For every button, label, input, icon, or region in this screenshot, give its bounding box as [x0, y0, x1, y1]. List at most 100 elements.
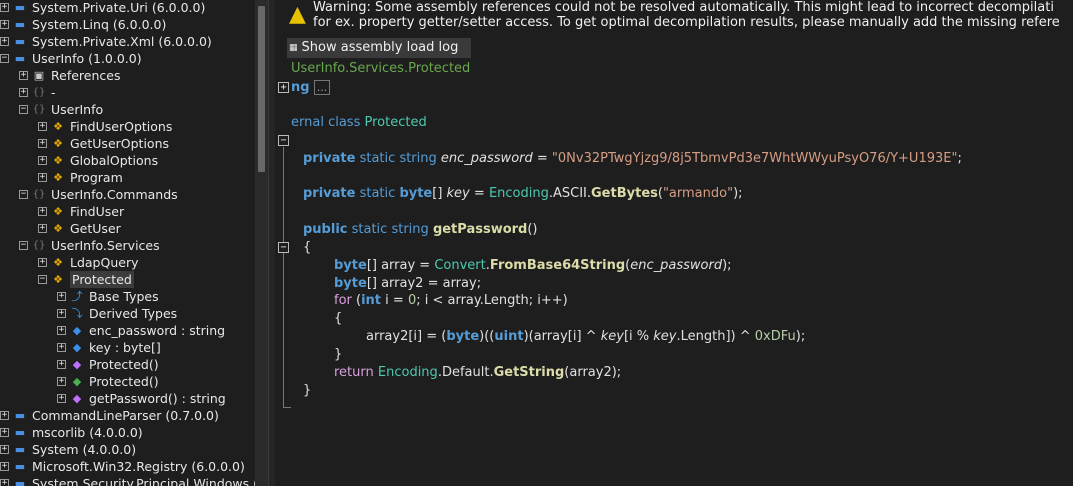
- tree-item-label: UserInfo: [51, 102, 104, 117]
- tree-item[interactable]: + ⤴ Base Types: [57, 288, 159, 305]
- collapse-toggle[interactable]: −: [19, 190, 28, 199]
- expand-toggle[interactable]: +: [19, 88, 28, 97]
- fold-expand-button[interactable]: +: [278, 82, 289, 93]
- namespace-icon: {}: [32, 86, 46, 98]
- collapse-toggle[interactable]: −: [19, 105, 28, 114]
- collapsed-region[interactable]: ...: [313, 80, 331, 95]
- expand-toggle[interactable]: +: [38, 224, 47, 233]
- class-icon: ❖: [53, 255, 63, 269]
- tree-item[interactable]: + ❖ GetUserOptions: [38, 135, 169, 152]
- tree-item-label: Protected(): [89, 374, 159, 389]
- class-icon: ❖: [53, 204, 63, 218]
- expand-toggle[interactable]: +: [57, 343, 66, 352]
- expand-toggle[interactable]: +: [38, 207, 47, 216]
- tree-item[interactable]: + ◆ getPassword() : string: [57, 390, 226, 407]
- expand-toggle[interactable]: +: [38, 173, 47, 182]
- expand-toggle[interactable]: +: [0, 445, 9, 454]
- collapse-toggle[interactable]: −: [38, 275, 47, 284]
- tree-scrollbar[interactable]: [255, 0, 268, 486]
- expand-toggle[interactable]: +: [57, 292, 66, 301]
- assembly-tree[interactable]: + ▬ System.Private.Uri (6.0.0.0) + ▬ System.L…: [0, 0, 255, 486]
- tree-item[interactable]: + ◆ key : byte[]: [57, 339, 161, 356]
- decompiled-code-view[interactable]: ▲ Warning: Some assembly references coul…: [275, 0, 1073, 486]
- tree-item[interactable]: −{} UserInfo.Services: [19, 237, 160, 254]
- tree-item[interactable]: + ▬ System.Linq (6.0.0.0): [0, 16, 166, 33]
- assembly-icon: ▬: [14, 476, 26, 486]
- field-enc-password: private static string enc_password = "0N…: [303, 151, 962, 166]
- tree-item[interactable]: + ▬ System.Security.Principal.Windows (: [0, 475, 255, 486]
- tree-item[interactable]: + ▬ System.Private.Uri (6.0.0.0): [0, 0, 205, 16]
- fold-collapse-class-button[interactable]: −: [278, 135, 289, 146]
- tree-item[interactable]: + ❖ Program: [38, 169, 123, 186]
- tree-item[interactable]: + ❖ GetUser: [38, 220, 121, 237]
- for-close-brace: }: [334, 347, 343, 362]
- warning-banner: ▲ Warning: Some assembly references coul…: [275, 0, 1073, 34]
- tree-item[interactable]: − ❖ Protected: [38, 271, 134, 288]
- collapse-toggle[interactable]: −: [0, 54, 9, 63]
- expand-toggle[interactable]: +: [0, 20, 9, 29]
- expand-toggle[interactable]: +: [57, 394, 66, 403]
- tree-item-label: System.Private.Xml (6.0.0.0): [32, 34, 212, 49]
- tree-item[interactable]: + ▣ References: [19, 67, 120, 84]
- base-types-icon: ⤴: [71, 289, 83, 303]
- tree-item[interactable]: + ⤵ Derived Types: [57, 305, 177, 322]
- tree-item[interactable]: + ❖ FindUserOptions: [38, 118, 172, 135]
- tree-item[interactable]: + ❖ LdapQuery: [38, 254, 138, 271]
- tree-item[interactable]: + ▬ mscorlib (4.0.0.0): [0, 424, 143, 441]
- namespace-icon: {}: [32, 239, 46, 251]
- tree-item[interactable]: − ▬ UserInfo (1.0.0.0): [0, 50, 142, 67]
- expand-toggle[interactable]: +: [0, 479, 9, 486]
- expand-toggle[interactable]: +: [38, 122, 47, 131]
- tree-item[interactable]: + ▬ System (4.0.0.0): [0, 441, 136, 458]
- expand-toggle[interactable]: +: [0, 37, 9, 46]
- tree-item-label: key : byte[]: [89, 340, 161, 355]
- tree-item[interactable]: + ◆ enc_password : string: [57, 322, 225, 339]
- expand-toggle[interactable]: +: [38, 258, 47, 267]
- tree-item-label: Protected(): [89, 357, 159, 372]
- warning-icon: ▲: [289, 2, 306, 27]
- tree-scrollbar-thumb[interactable]: [258, 6, 265, 172]
- tree-item-label: Program: [70, 170, 123, 185]
- expand-toggle[interactable]: +: [0, 462, 9, 471]
- tree-item[interactable]: + ❖ FindUser: [38, 203, 124, 220]
- class-icon: ❖: [53, 153, 63, 167]
- fold-guide: [283, 147, 284, 407]
- assembly-icon: ▬: [14, 459, 26, 473]
- collapse-toggle[interactable]: −: [19, 241, 28, 250]
- assembly-icon: ▬: [14, 17, 26, 31]
- tree-item[interactable]: + ▬ System.Private.Xml (6.0.0.0): [0, 33, 212, 50]
- expand-toggle[interactable]: +: [57, 360, 66, 369]
- expand-toggle[interactable]: +: [0, 3, 9, 12]
- field-key: private static byte[] key = Encoding.ASC…: [303, 186, 743, 201]
- tree-item-label: Protected: [70, 271, 134, 288]
- method-open-brace: {: [303, 240, 312, 255]
- tree-item[interactable]: + ▬ CommandLineParser (0.7.0.0): [0, 407, 219, 424]
- class-icon: ❖: [53, 119, 63, 133]
- using-line[interactable]: ng ...: [291, 79, 331, 96]
- expand-toggle[interactable]: +: [19, 71, 28, 80]
- fold-collapse-method-button[interactable]: −: [278, 242, 289, 253]
- expand-toggle[interactable]: +: [57, 377, 66, 386]
- show-load-log-button[interactable]: ▦ Show assembly load log: [287, 38, 471, 58]
- show-load-log-label: Show assembly load log: [301, 40, 459, 55]
- tree-item-label: enc_password : string: [89, 323, 226, 338]
- expand-toggle[interactable]: +: [0, 428, 9, 437]
- expand-toggle[interactable]: +: [57, 309, 66, 318]
- tree-item[interactable]: + ❖ GlobalOptions: [38, 152, 158, 169]
- expand-toggle[interactable]: +: [0, 411, 9, 420]
- warning-text-line2: for ex. property getter/setter access. T…: [313, 15, 1060, 30]
- tree-item[interactable]: −{} UserInfo.Commands: [19, 186, 178, 203]
- tree-item[interactable]: −{} UserInfo: [19, 101, 103, 118]
- tree-item[interactable]: + ◆ Protected(): [57, 373, 159, 390]
- field-icon: ◆: [72, 340, 82, 354]
- tree-item[interactable]: + ◆ Protected(): [57, 356, 159, 373]
- code-line-1: byte[] array = Convert.FromBase64String(…: [334, 258, 732, 273]
- code-line-2: byte[] array2 = array;: [334, 276, 482, 291]
- expand-toggle[interactable]: +: [57, 326, 66, 335]
- assembly-icon: ▬: [14, 51, 26, 65]
- tree-item[interactable]: + {} -: [19, 84, 56, 101]
- tree-item[interactable]: + ▬ Microsoft.Win32.Registry (6.0.0.0): [0, 458, 245, 475]
- tree-item-label: GlobalOptions: [70, 153, 159, 168]
- expand-toggle[interactable]: +: [38, 139, 47, 148]
- expand-toggle[interactable]: +: [38, 156, 47, 165]
